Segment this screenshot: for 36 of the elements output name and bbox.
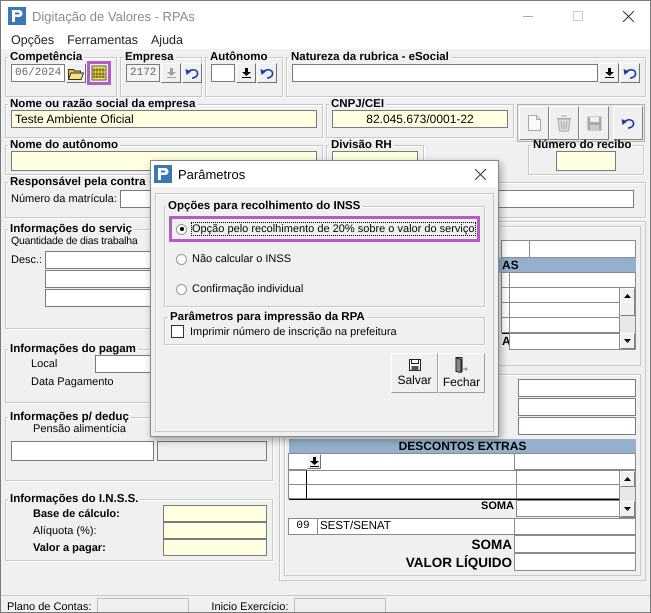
group-label: Nome do autônomo [9, 139, 119, 151]
field-label: Pensão alimentícia [32, 423, 127, 435]
group-label: Informações do I.N.S.S. [9, 493, 140, 505]
group-label: Parâmetros para impressão da RPA [169, 311, 366, 323]
status-label: Plano de Contas: [7, 601, 92, 612]
group-label: Empresa [124, 51, 175, 63]
field-label: Desc.: [11, 254, 42, 268]
sum-label: SOMA [480, 500, 515, 514]
field-label: Base de cálculo: [33, 508, 120, 520]
status-label: Inicio Exercício: [211, 601, 288, 612]
group-label: Opções para recolhimento do INSS [167, 200, 362, 212]
field-label: Número da matrícula: [11, 193, 117, 205]
total-label: VALOR LÍQUIDO [404, 554, 513, 570]
group-label: Nome ou razão social da empresa [9, 98, 196, 110]
group-label: Divisão RH [330, 139, 393, 151]
window-title: Digitação de Valores - RPAs [32, 8, 196, 24]
group-label: Competência [9, 51, 84, 63]
group-label: Informações p/ deduç [9, 411, 130, 423]
group-label: CNPJ/CEI [330, 98, 386, 110]
dialog-title: Parâmetros [178, 166, 246, 182]
table-cell: SEST/SENAT [317, 518, 515, 535]
group-label: Autônomo [209, 51, 268, 63]
group-label: Número do recibo [532, 139, 632, 151]
group-label: Natureza da rubrica - eSocial [290, 51, 450, 63]
group-label: Responsável pela contra [9, 176, 146, 188]
column-header: AS [502, 258, 519, 273]
field-label: Valor a pagar: [33, 542, 106, 554]
table-cell: 09 [288, 518, 318, 535]
group-label: Informações do serviç [9, 223, 134, 235]
group-label: Informações do pagam [9, 343, 137, 355]
total-label: SOMA [470, 536, 513, 552]
field-label: Local [31, 358, 58, 370]
field-label: Quantidade de dias trabalha [11, 235, 138, 247]
section-header: DESCONTOS EXTRAS [289, 439, 636, 454]
field-label: Data Pagamento [30, 376, 115, 388]
field-label: Alíquota (%): [33, 524, 97, 536]
